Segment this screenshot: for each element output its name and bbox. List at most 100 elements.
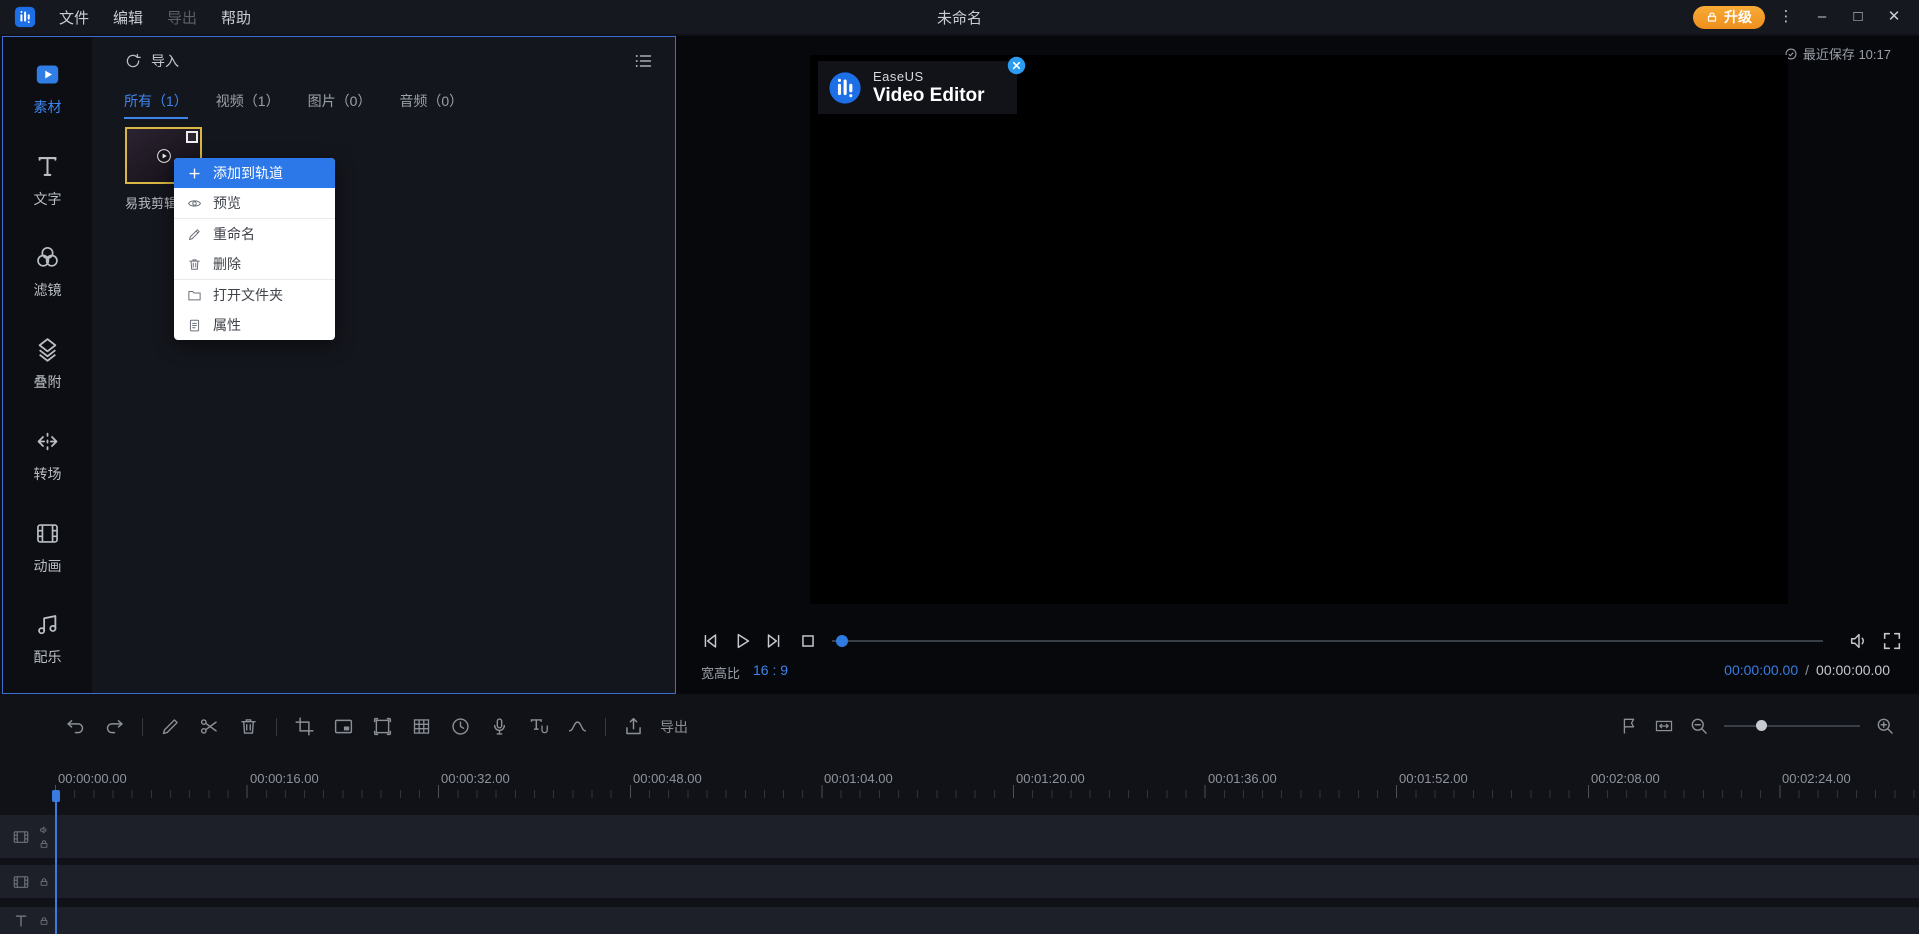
context-item-rename[interactable]: 重命名: [174, 219, 335, 249]
timeline-playhead[interactable]: [51, 790, 60, 934]
context-item-delete[interactable]: 删除: [174, 249, 335, 279]
seek-handle[interactable]: [836, 635, 848, 647]
sidebar-item-overlay[interactable]: 叠附: [3, 326, 92, 418]
text-track[interactable]: [0, 907, 1919, 934]
upgrade-button[interactable]: 升级: [1693, 5, 1765, 29]
toolbar-separator: [605, 717, 606, 736]
zoom-out-button[interactable]: [1689, 716, 1709, 736]
import-button[interactable]: 导入: [124, 51, 179, 71]
film-track-icon: [13, 875, 29, 888]
maximize-button[interactable]: □: [1843, 4, 1873, 30]
video-track-2[interactable]: [0, 865, 1919, 898]
previous-frame-button[interactable]: [699, 630, 721, 652]
sidebar-item-music[interactable]: 配乐: [3, 601, 92, 693]
pip-icon: [334, 719, 353, 734]
watermark-close-button[interactable]: [1007, 56, 1026, 75]
menu-edit[interactable]: 编辑: [102, 3, 154, 32]
pip-button[interactable]: [324, 716, 363, 737]
sidebar-item-media[interactable]: 素材: [3, 51, 92, 143]
subtitle-button[interactable]: [519, 716, 558, 737]
fullscreen-button[interactable]: [1881, 630, 1903, 652]
undo-button[interactable]: [56, 716, 95, 737]
sidebar-item-filter[interactable]: 滤镜: [3, 234, 92, 326]
overflow-menu-icon[interactable]: ⋮: [1771, 4, 1801, 30]
minimize-button[interactable]: –: [1807, 4, 1837, 30]
toolbar-separator: [142, 717, 143, 736]
play-button[interactable]: [731, 630, 753, 652]
export-button[interactable]: [614, 716, 653, 737]
tab-audio[interactable]: 音频（0）: [399, 91, 463, 119]
export-label[interactable]: 导出: [660, 717, 688, 737]
curve-button[interactable]: [558, 716, 597, 737]
thumbnail-play-icon: [155, 147, 172, 164]
mosaic-button[interactable]: [402, 716, 441, 737]
tab-image[interactable]: 图片（0）: [308, 91, 372, 119]
menu-file[interactable]: 文件: [48, 3, 100, 32]
voiceover-button[interactable]: [480, 716, 519, 737]
timecode-current: 00:00:00.00: [1724, 662, 1799, 678]
track-lock-icon[interactable]: [39, 916, 49, 926]
list-view-toggle[interactable]: [633, 51, 653, 71]
media-panel: 导入 所有（1） 视频（1） 图片（0） 音频（0） 易我剪辑: [92, 37, 675, 693]
redo-button[interactable]: [95, 716, 134, 737]
aspect-ratio-label: 宽高比: [701, 666, 741, 681]
ruler-major-ticks: [55, 785, 1919, 798]
timeline: 导出 00:00:00.00 00:00:16.00 00:00:32.00 0…: [0, 695, 1919, 934]
fit-timeline-button[interactable]: [1654, 716, 1674, 736]
menu-export[interactable]: 导出: [156, 3, 208, 32]
zoom-in-button[interactable]: [1875, 716, 1895, 736]
properties-icon: [189, 319, 200, 331]
video-track-1[interactable]: [0, 815, 1919, 858]
menu-bar: 文件 编辑 导出 帮助: [48, 3, 262, 32]
tab-video[interactable]: 视频（1）: [216, 91, 280, 119]
split-button[interactable]: [190, 716, 229, 737]
video-viewport: EaseUS Video Editor: [810, 55, 1788, 604]
timeline-zoom-slider[interactable]: [1724, 720, 1860, 731]
marker-button[interactable]: [1619, 716, 1639, 736]
timeline-toolbar: 导出: [0, 695, 1919, 761]
sidebar-item-transition[interactable]: 转场: [3, 418, 92, 510]
next-frame-button[interactable]: [763, 630, 785, 652]
export-icon: [626, 717, 641, 735]
media-tabs: 所有（1） 视频（1） 图片（0） 音频（0）: [124, 91, 463, 119]
aspect-ratio-value[interactable]: 16 : 9: [753, 662, 788, 678]
menu-help[interactable]: 帮助: [210, 3, 262, 32]
sidebar-item-text[interactable]: 文字: [3, 143, 92, 235]
left-region: 素材 文字 滤镜 叠附 转场 动画 配乐 导入 所有（1） 视频（1） 图片（0…: [2, 36, 676, 694]
delete-clip-button[interactable]: [229, 716, 268, 737]
stop-button[interactable]: [797, 630, 819, 652]
context-item-properties[interactable]: 属性: [174, 310, 335, 340]
timeline-zoom-handle[interactable]: [1756, 720, 1767, 731]
volume-button[interactable]: [1848, 630, 1870, 652]
track-lock-icon[interactable]: [39, 877, 49, 887]
track-lock-icon[interactable]: [39, 839, 49, 849]
titlebar-right: 升级 ⋮ – □ ✕: [1693, 4, 1909, 30]
clip-select-checkbox[interactable]: [186, 131, 198, 143]
lock-icon: [1707, 12, 1717, 22]
speed-button[interactable]: [441, 716, 480, 737]
crop-button[interactable]: [285, 716, 324, 737]
folder-icon: [188, 290, 201, 300]
context-item-add-to-track[interactable]: 添加到轨道: [174, 158, 335, 188]
edit-button[interactable]: [151, 716, 190, 737]
context-item-preview[interactable]: 预览: [174, 188, 335, 218]
seek-bar[interactable]: [832, 635, 1823, 647]
fullscreen-icon: [1883, 632, 1901, 650]
sidebar-item-animation[interactable]: 动画: [3, 510, 92, 602]
zoom-in-icon: [1877, 718, 1893, 734]
timeline-tools-right: [1619, 716, 1895, 736]
easeus-logo-icon: [828, 71, 862, 105]
track-mute-icon[interactable]: [39, 825, 49, 835]
delete-icon: [189, 258, 200, 270]
titlebar: 文件 编辑 导出 帮助 未命名 升级 ⋮ – □ ✕: [0, 0, 1919, 34]
timeline-ruler[interactable]: 00:00:00.00 00:00:16.00 00:00:32.00 00:0…: [0, 765, 1919, 798]
plus-icon: [189, 167, 200, 179]
redo-icon: [106, 720, 123, 734]
transition-icon: [37, 432, 58, 451]
tab-all[interactable]: 所有（1）: [124, 91, 188, 119]
context-item-open-folder[interactable]: 打开文件夹: [174, 280, 335, 310]
canvas-button[interactable]: [363, 716, 402, 737]
close-button[interactable]: ✕: [1879, 4, 1909, 30]
zoom-out-icon: [1691, 718, 1707, 734]
microphone-icon: [493, 718, 506, 735]
